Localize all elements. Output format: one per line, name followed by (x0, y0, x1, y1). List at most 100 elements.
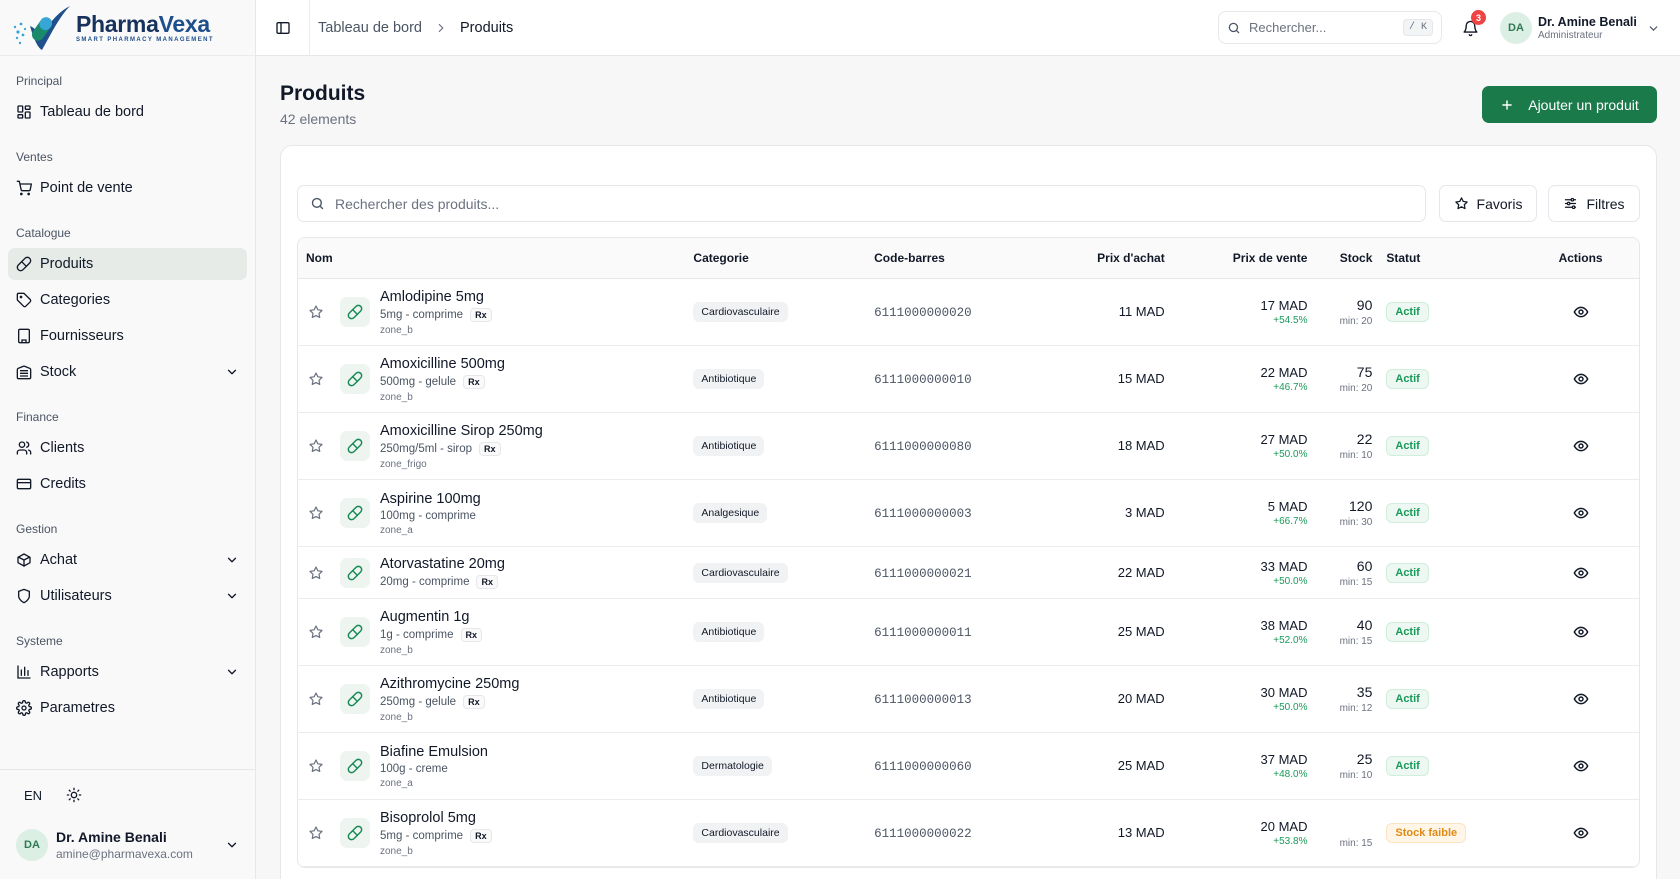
favorite-star-icon[interactable] (308, 758, 324, 774)
status-badge: Actif (1386, 369, 1429, 389)
favorite-star-icon[interactable] (308, 624, 324, 640)
favorite-star-icon[interactable] (308, 371, 324, 387)
eye-icon[interactable] (1573, 691, 1589, 707)
product-search-input[interactable]: Rechercher des produits... (297, 185, 1426, 222)
breadcrumb-link-dashboard[interactable]: Tableau de bord (318, 20, 422, 36)
sale-price-cell: 37 MAD +48.0% (1165, 752, 1308, 780)
column-header-barcode[interactable]: Code-barres (874, 251, 1022, 265)
sidebar-item-categories[interactable]: Categories (8, 284, 247, 316)
actions-cell (1522, 565, 1639, 581)
product-dosage-form: 100mg - comprime (380, 509, 476, 522)
eye-icon[interactable] (1573, 624, 1589, 640)
sidebar-item-parametres[interactable]: Parametres (8, 692, 247, 724)
sale-price: 38 MAD (1260, 618, 1308, 633)
sidebar-toggle-button[interactable] (256, 0, 310, 56)
brand-logo[interactable]: PharmaVexa SMART PHARMACY MANAGEMENT (0, 0, 255, 56)
product-name[interactable]: Azithromycine 250mg (380, 676, 519, 692)
sidebar-item-tableau-de-bord[interactable]: Tableau de bord (8, 96, 247, 128)
table-row[interactable]: Augmentin 1g 1g - comprime Rx zone_b Antibio… (298, 599, 1639, 666)
product-description: 250mg/5ml - sirop Rx (380, 441, 543, 456)
table-row[interactable]: Amoxicilline 500mg 500mg - gelule Rx zone_b… (298, 346, 1639, 413)
rx-badge: Rx (463, 694, 485, 709)
column-header-category[interactable]: Categorie (693, 251, 874, 265)
table-row[interactable]: Aspirine 100mg 100mg - comprime zone_a Anal… (298, 480, 1639, 547)
sidebar-item-produits[interactable]: Produits (8, 248, 247, 280)
notifications-button[interactable]: 3 (1456, 10, 1486, 42)
sidebar-user-menu[interactable]: DA Dr. Amine Benali amine@pharmavexa.com (0, 820, 255, 870)
column-header-stock[interactable]: Stock (1307, 251, 1373, 265)
eye-icon[interactable] (1573, 304, 1589, 320)
stock-minimum: min: 15 (1339, 636, 1373, 647)
column-header-status[interactable]: Statut (1372, 251, 1522, 265)
sidebar-item-rapports[interactable]: Rapports (8, 656, 247, 688)
rx-badge: Rx (460, 627, 483, 642)
table-row[interactable]: Bisoprolol 5mg 5mg - comprime Rx zone_b Card… (298, 800, 1639, 867)
favorite-star-icon[interactable] (308, 304, 324, 320)
sidebar-item-point-de-vente[interactable]: Point de vente (8, 172, 247, 204)
sidebar-nav: Principal Tableau de bord Ventes Point de v… (0, 56, 255, 772)
user-email: amine@pharmavexa.com (56, 847, 193, 861)
product-dosage-form: 100g - creme (380, 762, 448, 775)
sidebar-item-stock[interactable]: Stock (8, 356, 247, 388)
language-toggle[interactable]: EN (24, 788, 42, 803)
status-cell: Actif (1372, 689, 1522, 709)
product-name[interactable]: Atorvastatine 20mg (380, 556, 505, 572)
product-description: 250mg - gelule Rx (380, 694, 519, 709)
eye-icon[interactable] (1573, 438, 1589, 454)
sidebar-item-utilisateurs[interactable]: Utilisateurs (8, 580, 247, 612)
product-name[interactable]: Amlodipine 5mg (380, 289, 492, 305)
column-header-sale-price[interactable]: Prix de vente (1165, 251, 1308, 265)
eye-icon[interactable] (1573, 371, 1589, 387)
product-name[interactable]: Biafine Emulsion (380, 744, 488, 760)
status-badge: Actif (1386, 436, 1429, 456)
product-name[interactable]: Augmentin 1g (380, 609, 482, 625)
eye-icon[interactable] (1573, 505, 1589, 521)
favorite-star-icon[interactable] (308, 438, 324, 454)
favorite-star-icon[interactable] (308, 691, 324, 707)
table-row[interactable]: Amoxicilline Sirop 250mg 250mg/5ml - siro… (298, 413, 1639, 480)
product-dosage-form: 250mg - gelule (380, 695, 457, 708)
stock-quantity: 60 (1356, 557, 1373, 574)
credit-card-icon (16, 476, 32, 492)
sidebar-item-clients[interactable]: Clients (8, 432, 247, 464)
sidebar-item-label: Point de vente (40, 180, 133, 196)
sidebar-item-label: Fournisseurs (40, 328, 124, 344)
status-cell: Actif (1372, 756, 1522, 776)
favorite-star-icon[interactable] (308, 825, 324, 841)
user-menu[interactable]: DA Dr. Amine Benali Administrateur (1500, 12, 1660, 44)
shield-icon (16, 588, 32, 604)
theme-toggle-sun-icon[interactable] (66, 787, 82, 803)
sidebar-item-label: Tableau de bord (40, 104, 144, 120)
add-product-button[interactable]: Ajouter un produit (1482, 86, 1657, 123)
table-row[interactable]: Amlodipine 5mg 5mg - comprime Rx zone_b Card… (298, 279, 1639, 346)
product-name[interactable]: Amoxicilline Sirop 250mg (380, 423, 543, 439)
product-name[interactable]: Aspirine 100mg (380, 491, 481, 507)
global-search-input[interactable]: Rechercher... / K (1218, 11, 1442, 44)
table-row[interactable]: Atorvastatine 20mg 20mg - comprime Rx Cardi… (298, 547, 1639, 599)
product-cell: Biafine Emulsion 100g - creme zone_a (298, 744, 693, 789)
table-row[interactable]: Azithromycine 250mg 250mg - gelule Rx zone_… (298, 666, 1639, 733)
product-name[interactable]: Bisoprolol 5mg (380, 810, 492, 826)
eye-icon[interactable] (1573, 825, 1589, 841)
cart-icon (16, 180, 32, 196)
chevron-down-icon (1647, 22, 1660, 35)
filters-button[interactable]: Filtres (1548, 185, 1640, 222)
favorite-star-icon[interactable] (308, 565, 324, 581)
sidebar-item-fournisseurs[interactable]: Fournisseurs (8, 320, 247, 352)
stock-minimum: min: 10 (1339, 770, 1373, 781)
column-header-purchase-price[interactable]: Prix d'achat (1022, 251, 1165, 265)
sidebar-item-achat[interactable]: Achat (8, 544, 247, 576)
chevron-right-icon (434, 21, 448, 35)
eye-icon[interactable] (1573, 758, 1589, 774)
product-name[interactable]: Amoxicilline 500mg (380, 356, 505, 372)
pill-icon (340, 431, 370, 461)
favorites-button[interactable]: Favoris (1439, 185, 1537, 222)
sidebar-item-credits[interactable]: Credits (8, 468, 247, 500)
column-header-name[interactable]: Nom (298, 251, 693, 265)
product-dosage-form: 500mg - gelule (380, 375, 457, 388)
favorite-star-icon[interactable] (308, 505, 324, 521)
barcode: 6111000000003 (874, 507, 972, 521)
stock-minimum: min: 15 (1339, 837, 1373, 849)
eye-icon[interactable] (1573, 565, 1589, 581)
table-row[interactable]: Biafine Emulsion 100g - creme zone_a Dermat… (298, 733, 1639, 800)
